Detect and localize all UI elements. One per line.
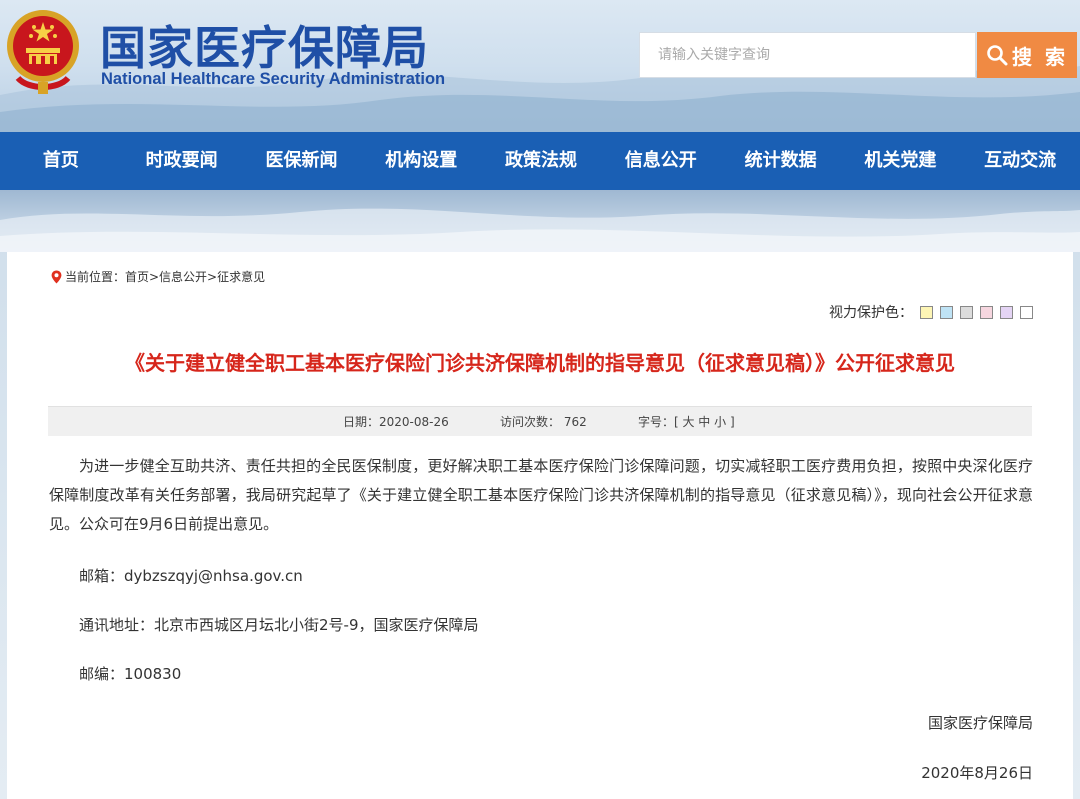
article-visits: 访问次数： 762	[500, 415, 587, 429]
breadcrumb-text[interactable]: 当前位置：首页>信息公开>征求意见	[65, 268, 265, 285]
nav-item-info-disclosure[interactable]: 信息公开	[601, 132, 721, 190]
nav-item-home[interactable]: 首页	[0, 132, 122, 190]
contact-email: 邮箱：dybzszqyj@nhsa.gov.cn	[79, 567, 303, 585]
nav-item-policies[interactable]: 政策法规	[481, 132, 601, 190]
contact-postcode: 邮编：100830	[79, 665, 182, 683]
nav-item-interaction[interactable]: 互动交流	[960, 132, 1080, 190]
contact-address: 通讯地址：北京市西城区月坛北小街2号-9，国家医疗保障局	[79, 616, 479, 634]
color-swatch-white[interactable]	[1020, 305, 1033, 319]
article-title: 《关于建立健全职工基本医疗保险门诊共济保障机制的指导意见（征求意见稿）》公开征求…	[125, 351, 955, 375]
signature-date: 2020年8月26日	[921, 764, 1033, 782]
nav-item-statistics[interactable]: 统计数据	[721, 132, 841, 190]
article-paragraph: 为进一步健全互助共济、责任共担的全民医保制度，更好解决职工基本医疗保险门诊保障问…	[49, 457, 1033, 533]
site-title: 国家医疗保障局	[100, 21, 429, 75]
nav-item-organization[interactable]: 机构设置	[361, 132, 481, 190]
search-button[interactable]: 搜 索	[977, 32, 1077, 78]
color-swatch-purple[interactable]	[1000, 305, 1013, 319]
color-swatch-blue[interactable]	[940, 305, 953, 319]
font-size-switcher[interactable]: 字号：[ 大 中 小 ]	[638, 413, 735, 430]
mountain-banner	[0, 190, 1080, 252]
color-swatch-yellow[interactable]	[920, 305, 933, 319]
breadcrumb: 当前位置：首页>信息公开>征求意见	[51, 268, 265, 285]
article-body: 为进一步健全互助共济、责任共担的全民医保制度，更好解决职工基本医疗保险门诊保障问…	[49, 452, 1033, 539]
eye-protection-colors: 视力保护色：	[829, 302, 1033, 322]
article-date: 日期：2020-08-26	[343, 415, 449, 429]
signature-org: 国家医疗保障局	[927, 714, 1033, 732]
national-emblem-icon	[7, 10, 79, 94]
nav-item-current-affairs[interactable]: 时政要闻	[122, 132, 242, 190]
main-nav: 首页 时政要闻 医保新闻 机构设置 政策法规 信息公开 统计数据 机关党建 互动…	[0, 132, 1080, 190]
nav-item-insurance-news[interactable]: 医保新闻	[242, 132, 362, 190]
search-button-label: 搜 索	[1012, 44, 1068, 69]
color-swatch-pink[interactable]	[980, 305, 993, 319]
banner-mountains	[0, 208, 1080, 252]
color-swatch-gray[interactable]	[960, 305, 973, 319]
site-header: 国家医疗保障局 National Healthcare Security Adm…	[0, 0, 1080, 132]
location-pin-icon	[51, 270, 62, 283]
article-meta-bar: 日期：2020-08-26 访问次数： 762 字号：[ 大 中 小 ]	[48, 406, 1032, 436]
eye-protection-label: 视力保护色：	[829, 305, 913, 321]
content-panel: 当前位置：首页>信息公开>征求意见 视力保护色： 《关于建立健全职工基本医疗保险…	[7, 252, 1073, 799]
site-subtitle: National Healthcare Security Administrat…	[101, 70, 446, 88]
search-icon	[987, 45, 1008, 66]
search-input[interactable]	[639, 32, 976, 78]
nav-item-party-building[interactable]: 机关党建	[840, 132, 960, 190]
